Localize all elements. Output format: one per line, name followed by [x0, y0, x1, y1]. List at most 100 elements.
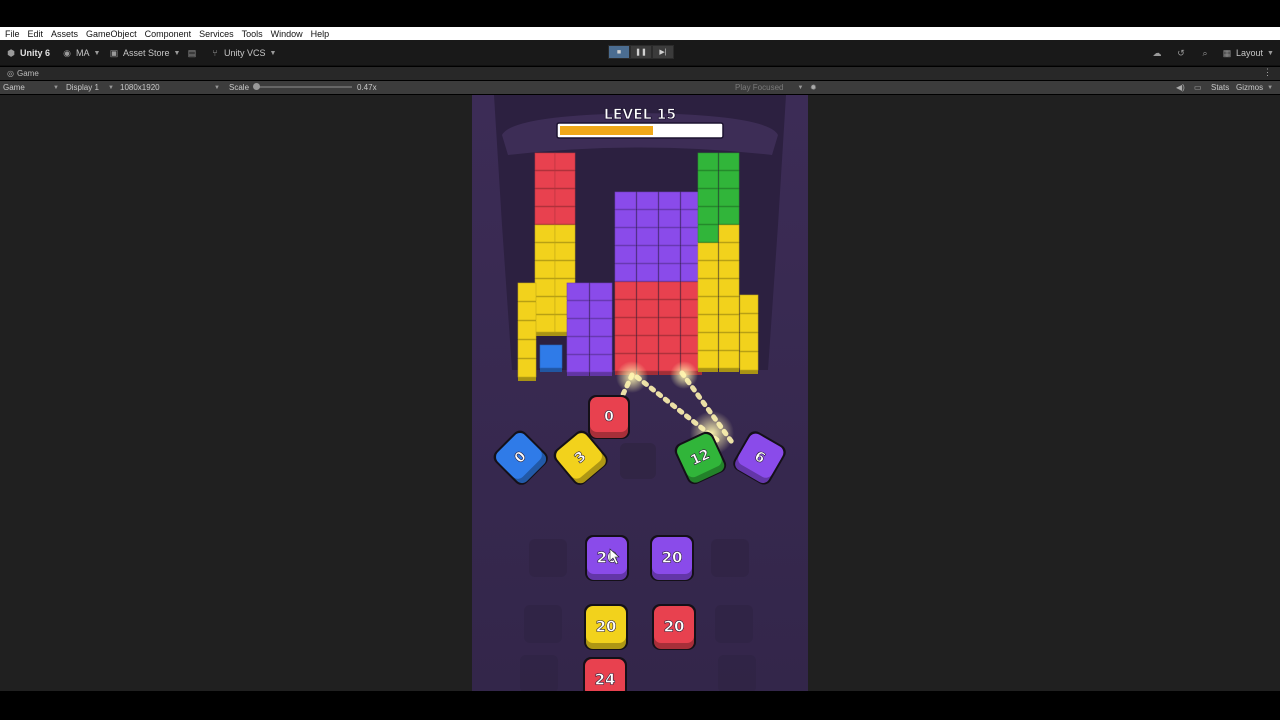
block-cube [739, 351, 759, 374]
gear-icon: ✹ [810, 83, 817, 92]
queue-cube[interactable]: 20 [650, 535, 694, 581]
stats-button[interactable]: Stats [1211, 82, 1229, 93]
asset-store-dropdown[interactable]: ▣ Asset Store ▼ [109, 46, 181, 60]
chevron-down-icon: ▼ [797, 84, 804, 91]
block-cube [539, 344, 563, 372]
block-cube [697, 350, 719, 372]
play-focused-label: Play Focused [735, 83, 784, 92]
cloud-button[interactable]: ☁ [1152, 46, 1166, 60]
gizmos-dropdown[interactable]: Gizmos ▼ [1236, 82, 1273, 93]
block-cube [566, 354, 590, 376]
history-button[interactable]: ↺ [1176, 46, 1190, 60]
chevron-down-icon: ▼ [1267, 84, 1274, 91]
menu-services[interactable]: Services [199, 29, 234, 39]
scale-slider[interactable] [253, 83, 352, 90]
account-dropdown[interactable]: ◉ MA ▼ [62, 46, 100, 60]
game-select[interactable]: Game ▼ [3, 82, 59, 93]
menu-window[interactable]: Window [271, 29, 303, 39]
settings-gear-button[interactable]: ✹ [810, 82, 817, 93]
user-icon: ◉ [63, 48, 71, 58]
menu-tools[interactable]: Tools [242, 29, 263, 39]
queue-cube-value: 24 [595, 670, 616, 688]
account-label: MA [76, 48, 90, 58]
empty-queue-slot [718, 655, 756, 691]
sparkle-glow [670, 361, 698, 389]
cloud-icon: ☁ [1152, 48, 1162, 58]
chevron-down-icon: ▼ [53, 84, 59, 91]
chevron-down-icon: ▼ [269, 49, 277, 57]
layout-dropdown[interactable]: ▦ Layout ▼ [1222, 46, 1274, 60]
menu-bar: File Edit Assets GameObject Component Se… [0, 27, 1280, 40]
unity-label: Unity 6 [20, 48, 51, 58]
gamepad-icon: ◎ [7, 69, 14, 78]
queue-cube-value: 20 [664, 617, 685, 635]
screen: { "menubar": { "items": ["File","Edit","… [0, 0, 1280, 720]
chevron-down-icon: ▼ [93, 49, 101, 57]
stop-icon: ■ [616, 48, 622, 56]
pause-icon: ❚❚ [635, 49, 647, 56]
chevron-down-icon: ▼ [173, 49, 181, 57]
block-cube [517, 358, 537, 381]
history-icon: ↺ [1177, 48, 1185, 58]
stop-button[interactable]: ■ [608, 45, 630, 59]
bottom-letterbox [0, 691, 1280, 720]
resolution-select[interactable]: 1080x1920 ▼ [120, 82, 220, 93]
chevron-down-icon: ▼ [214, 84, 220, 91]
queue-cube[interactable]: 20 [584, 604, 628, 650]
scale-value: 0.47x [357, 83, 377, 92]
vcs-label: Unity VCS [224, 48, 266, 58]
queue-cube-value: 20 [662, 548, 683, 566]
menu-component[interactable]: Component [145, 29, 192, 39]
menu-gameobject[interactable]: GameObject [86, 29, 137, 39]
chevron-down-icon: ▼ [108, 84, 114, 91]
bag-icon: ▣ [109, 48, 119, 58]
unity-logo-icon: ⬢ [7, 48, 15, 58]
queue-cube[interactable]: 20 [585, 535, 629, 581]
empty-queue-slot [711, 539, 749, 577]
step-icon: ▶| [659, 49, 667, 56]
chevron-down-icon: ▼ [1267, 49, 1274, 57]
game-canvas: 0 3012 6 20 2020 2024 LEVEL 15 [472, 95, 808, 691]
monitor-icon: ▭ [1194, 83, 1202, 92]
menu-help[interactable]: Help [311, 29, 330, 39]
search-icon: ⌕ [1202, 48, 1208, 58]
empty-queue-slot [524, 605, 562, 643]
menu-file[interactable]: File [5, 29, 20, 39]
queue-cube[interactable]: 24 [583, 657, 627, 691]
empty-queue-slot [520, 655, 558, 691]
more-options-icon[interactable]: ⋮ [1263, 67, 1272, 78]
package-button[interactable]: ▤ [187, 46, 201, 60]
display-toggle-button[interactable]: ▭ [1194, 82, 1202, 93]
menu-edit[interactable]: Edit [28, 29, 44, 39]
unity-account-button[interactable]: ⬢ Unity 6 [6, 46, 50, 60]
asset-store-label: Asset Store [123, 48, 170, 58]
branch-icon: ⑂ [212, 48, 218, 58]
search-button[interactable]: ⌕ [1200, 46, 1214, 60]
game-screen[interactable]: 0 3 0 12 6 20 20 20 20 24 LEVEL 15 [472, 95, 808, 691]
block-cube [589, 354, 613, 376]
scale-slider-handle[interactable] [253, 83, 260, 90]
display-select[interactable]: Display 1 ▼ [66, 82, 114, 93]
play-focused-select[interactable]: Play Focused ▼ [735, 82, 803, 93]
game-select-label: Game [3, 83, 25, 92]
tab-game[interactable]: ◎ Game [0, 69, 39, 78]
sparkle-glow [616, 361, 648, 393]
layout-icon: ▦ [1222, 48, 1232, 58]
block-cube [534, 314, 556, 336]
tab-game-label: Game [16, 69, 39, 78]
pause-button[interactable]: ❚❚ [630, 45, 652, 59]
play-controls: ■ ❚❚ ▶| [608, 45, 674, 59]
gizmos-label: Gizmos [1236, 83, 1264, 92]
shooter-cube[interactable]: 0 [588, 395, 630, 439]
mute-audio-button[interactable]: ◀) [1176, 82, 1185, 93]
vcs-dropdown[interactable]: ⑂ Unity VCS ▼ [210, 46, 276, 60]
step-button[interactable]: ▶| [652, 45, 674, 59]
level-title: LEVEL 15 [604, 107, 676, 123]
queue-cube-value: 20 [596, 617, 617, 635]
package-icon: ▤ [187, 48, 197, 58]
menu-assets[interactable]: Assets [51, 29, 78, 39]
speaker-icon: ◀) [1176, 83, 1185, 92]
empty-queue-slot [715, 605, 753, 643]
queue-cube[interactable]: 20 [652, 604, 696, 650]
scale-label: Scale [229, 83, 250, 92]
